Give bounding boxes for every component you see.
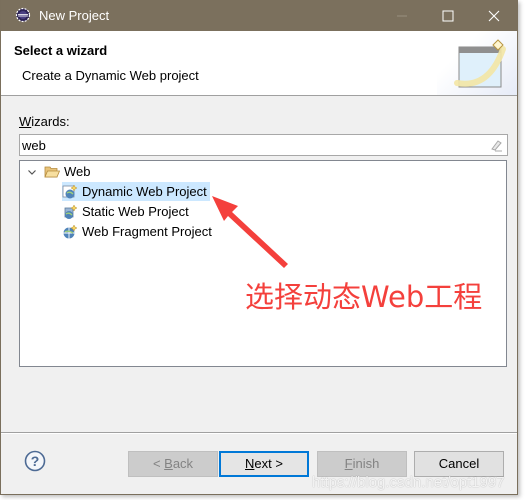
- watermark-text: https://blog.csdn.net/opt1997: [312, 474, 505, 491]
- annotation-text: 选择动态Web工程: [245, 280, 483, 314]
- annotation-arrow: [212, 196, 288, 268]
